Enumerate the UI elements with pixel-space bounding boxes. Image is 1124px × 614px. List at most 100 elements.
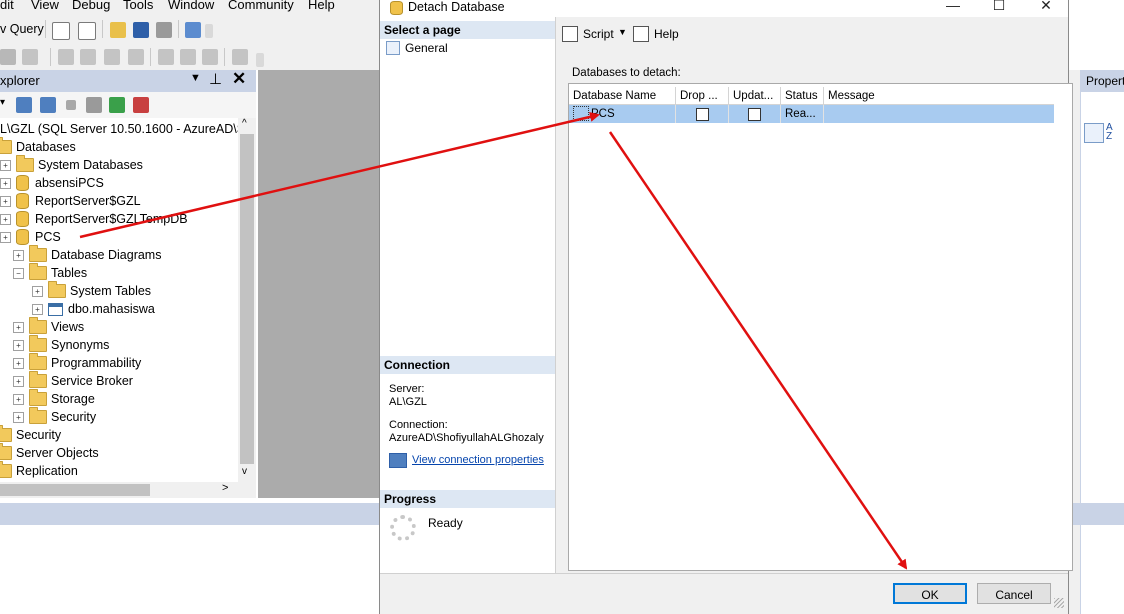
- new-query-button[interactable]: v Query: [0, 22, 44, 36]
- server-node[interactable]: L\GZL (SQL Server 10.50.1600 - AzureAD\S…: [0, 120, 238, 138]
- cancel-button[interactable]: Cancel: [977, 583, 1051, 604]
- connect-icon[interactable]: [16, 97, 32, 113]
- alphabetical-icon[interactable]: AZ: [1106, 123, 1113, 142]
- expand-toggle-icon[interactable]: −: [13, 267, 24, 279]
- filter-icon[interactable]: [86, 97, 102, 113]
- copy-icon[interactable]: [180, 49, 196, 65]
- minimize-button[interactable]: —: [938, 0, 968, 15]
- tree-item[interactable]: + ReportServer$GZLTempDB: [0, 210, 188, 228]
- expand-toggle-icon[interactable]: +: [13, 375, 24, 387]
- arrow-icon[interactable]: [232, 49, 248, 65]
- script-button[interactable]: Script: [562, 26, 614, 42]
- toolbar-overflow-icon[interactable]: [205, 24, 213, 38]
- update-statistics-checkbox[interactable]: [748, 108, 761, 121]
- menu-debug[interactable]: Debug: [72, 0, 110, 12]
- pin-icon[interactable]: ⊥: [209, 70, 222, 88]
- tree-item[interactable]: Security: [0, 425, 61, 444]
- undo-icon[interactable]: [80, 49, 96, 65]
- layout-icon[interactable]: [158, 49, 174, 65]
- tree-item[interactable]: + dbo.mahasiswa: [32, 300, 155, 318]
- activity-monitor-icon[interactable]: [185, 22, 201, 38]
- tree-item[interactable]: + Synonyms: [13, 335, 109, 354]
- resize-grip-icon[interactable]: [1054, 598, 1064, 608]
- column-message[interactable]: Message: [824, 87, 1054, 105]
- tree-item[interactable]: Replication: [0, 461, 78, 480]
- step-icon[interactable]: [0, 49, 16, 65]
- drop-connections-checkbox[interactable]: [696, 108, 709, 121]
- tree-item[interactable]: Server Objects: [0, 443, 99, 462]
- menu-tools[interactable]: Tools: [123, 0, 153, 12]
- scroll-thumb[interactable]: [240, 134, 254, 464]
- stop-icon[interactable]: [66, 100, 76, 110]
- tree-item[interactable]: + System Databases: [0, 155, 143, 174]
- expand-toggle-icon[interactable]: +: [13, 339, 24, 351]
- new-file-icon[interactable]: [52, 22, 70, 40]
- dropdown-icon[interactable]: ▼: [190, 72, 201, 84]
- expand-toggle-icon[interactable]: +: [0, 231, 11, 243]
- expand-toggle-icon[interactable]: +: [32, 303, 43, 315]
- view-connection-properties-link[interactable]: View connection properties: [412, 454, 544, 466]
- help-button[interactable]: Help: [633, 26, 679, 42]
- menu-community[interactable]: Community: [228, 0, 294, 12]
- database-name-cell[interactable]: PCS: [569, 105, 676, 123]
- scroll-thumb[interactable]: [0, 484, 150, 496]
- tree-item[interactable]: − Tables: [13, 263, 87, 282]
- menu-window[interactable]: Window: [168, 0, 214, 12]
- paste-icon[interactable]: [202, 49, 218, 65]
- tree-item[interactable]: + Programmability: [13, 353, 141, 372]
- toolbar-overflow-icon[interactable]: [256, 53, 264, 67]
- print-icon[interactable]: [156, 22, 172, 38]
- expand-toggle-icon[interactable]: +: [13, 357, 24, 369]
- new-project-icon[interactable]: [78, 22, 96, 40]
- tree-vertical-scrollbar[interactable]: ^ v: [238, 118, 256, 482]
- collapse-icon[interactable]: [133, 97, 149, 113]
- expand-toggle-icon[interactable]: +: [32, 285, 43, 297]
- tree-item[interactable]: + Database Diagrams: [13, 245, 161, 264]
- expand-toggle-icon[interactable]: +: [13, 393, 24, 405]
- close-icon[interactable]: ✕: [232, 69, 246, 89]
- save-icon[interactable]: [133, 22, 149, 38]
- expand-toggle-icon[interactable]: +: [0, 177, 11, 189]
- column-status[interactable]: Status: [781, 87, 824, 105]
- table-row[interactable]: PCS Rea...: [569, 105, 1054, 123]
- clock-icon[interactable]: [104, 49, 120, 65]
- open-folder-icon[interactable]: [110, 22, 126, 38]
- tree-item[interactable]: Databases: [0, 137, 76, 156]
- expand-toggle-icon[interactable]: +: [0, 195, 11, 207]
- refresh-icon[interactable]: [128, 49, 144, 65]
- tree-item[interactable]: + Service Broker: [13, 371, 133, 390]
- expand-toggle-icon[interactable]: +: [13, 249, 24, 261]
- scroll-right-icon[interactable]: >: [222, 482, 228, 494]
- column-database-name[interactable]: Database Name: [569, 87, 676, 105]
- edit-icon[interactable]: [58, 49, 74, 65]
- tree-item[interactable]: + absensiPCS: [0, 174, 104, 192]
- tree-item[interactable]: + System Tables: [32, 281, 151, 300]
- maximize-button[interactable]: ☐: [984, 0, 1014, 15]
- disconnect-icon[interactable]: [40, 97, 56, 113]
- column-update-statistics[interactable]: Updat...: [729, 87, 781, 105]
- close-button[interactable]: ✕: [1031, 0, 1061, 15]
- tree-item[interactable]: + Views: [13, 317, 84, 336]
- categorized-icon[interactable]: [1084, 123, 1104, 143]
- expand-toggle-icon[interactable]: +: [0, 213, 11, 225]
- tree-item[interactable]: + Storage: [13, 389, 95, 408]
- scroll-down-icon[interactable]: v: [242, 466, 247, 477]
- pause-icon[interactable]: [22, 49, 38, 65]
- expand-toggle-icon[interactable]: +: [13, 411, 24, 423]
- script-dropdown-icon[interactable]: ▼: [618, 27, 627, 37]
- page-general[interactable]: General: [386, 41, 448, 55]
- column-drop-connections[interactable]: Drop ...: [676, 87, 729, 105]
- expand-toggle-icon[interactable]: +: [0, 159, 11, 171]
- refresh-icon[interactable]: [109, 97, 125, 113]
- menu-edit[interactable]: dit: [0, 0, 14, 12]
- menu-view[interactable]: View: [31, 0, 59, 12]
- connect-dropdown-icon[interactable]: ▾: [0, 97, 5, 108]
- ok-button[interactable]: OK: [893, 583, 967, 604]
- menu-help[interactable]: Help: [308, 0, 335, 12]
- tree-item[interactable]: + PCS: [0, 228, 61, 246]
- scroll-up-icon[interactable]: ^: [242, 118, 247, 129]
- expand-toggle-icon[interactable]: +: [13, 321, 24, 333]
- tree-item[interactable]: + ReportServer$GZL: [0, 192, 141, 210]
- tree-item[interactable]: + Security: [13, 407, 96, 426]
- tree-horizontal-scrollbar[interactable]: >: [0, 482, 256, 498]
